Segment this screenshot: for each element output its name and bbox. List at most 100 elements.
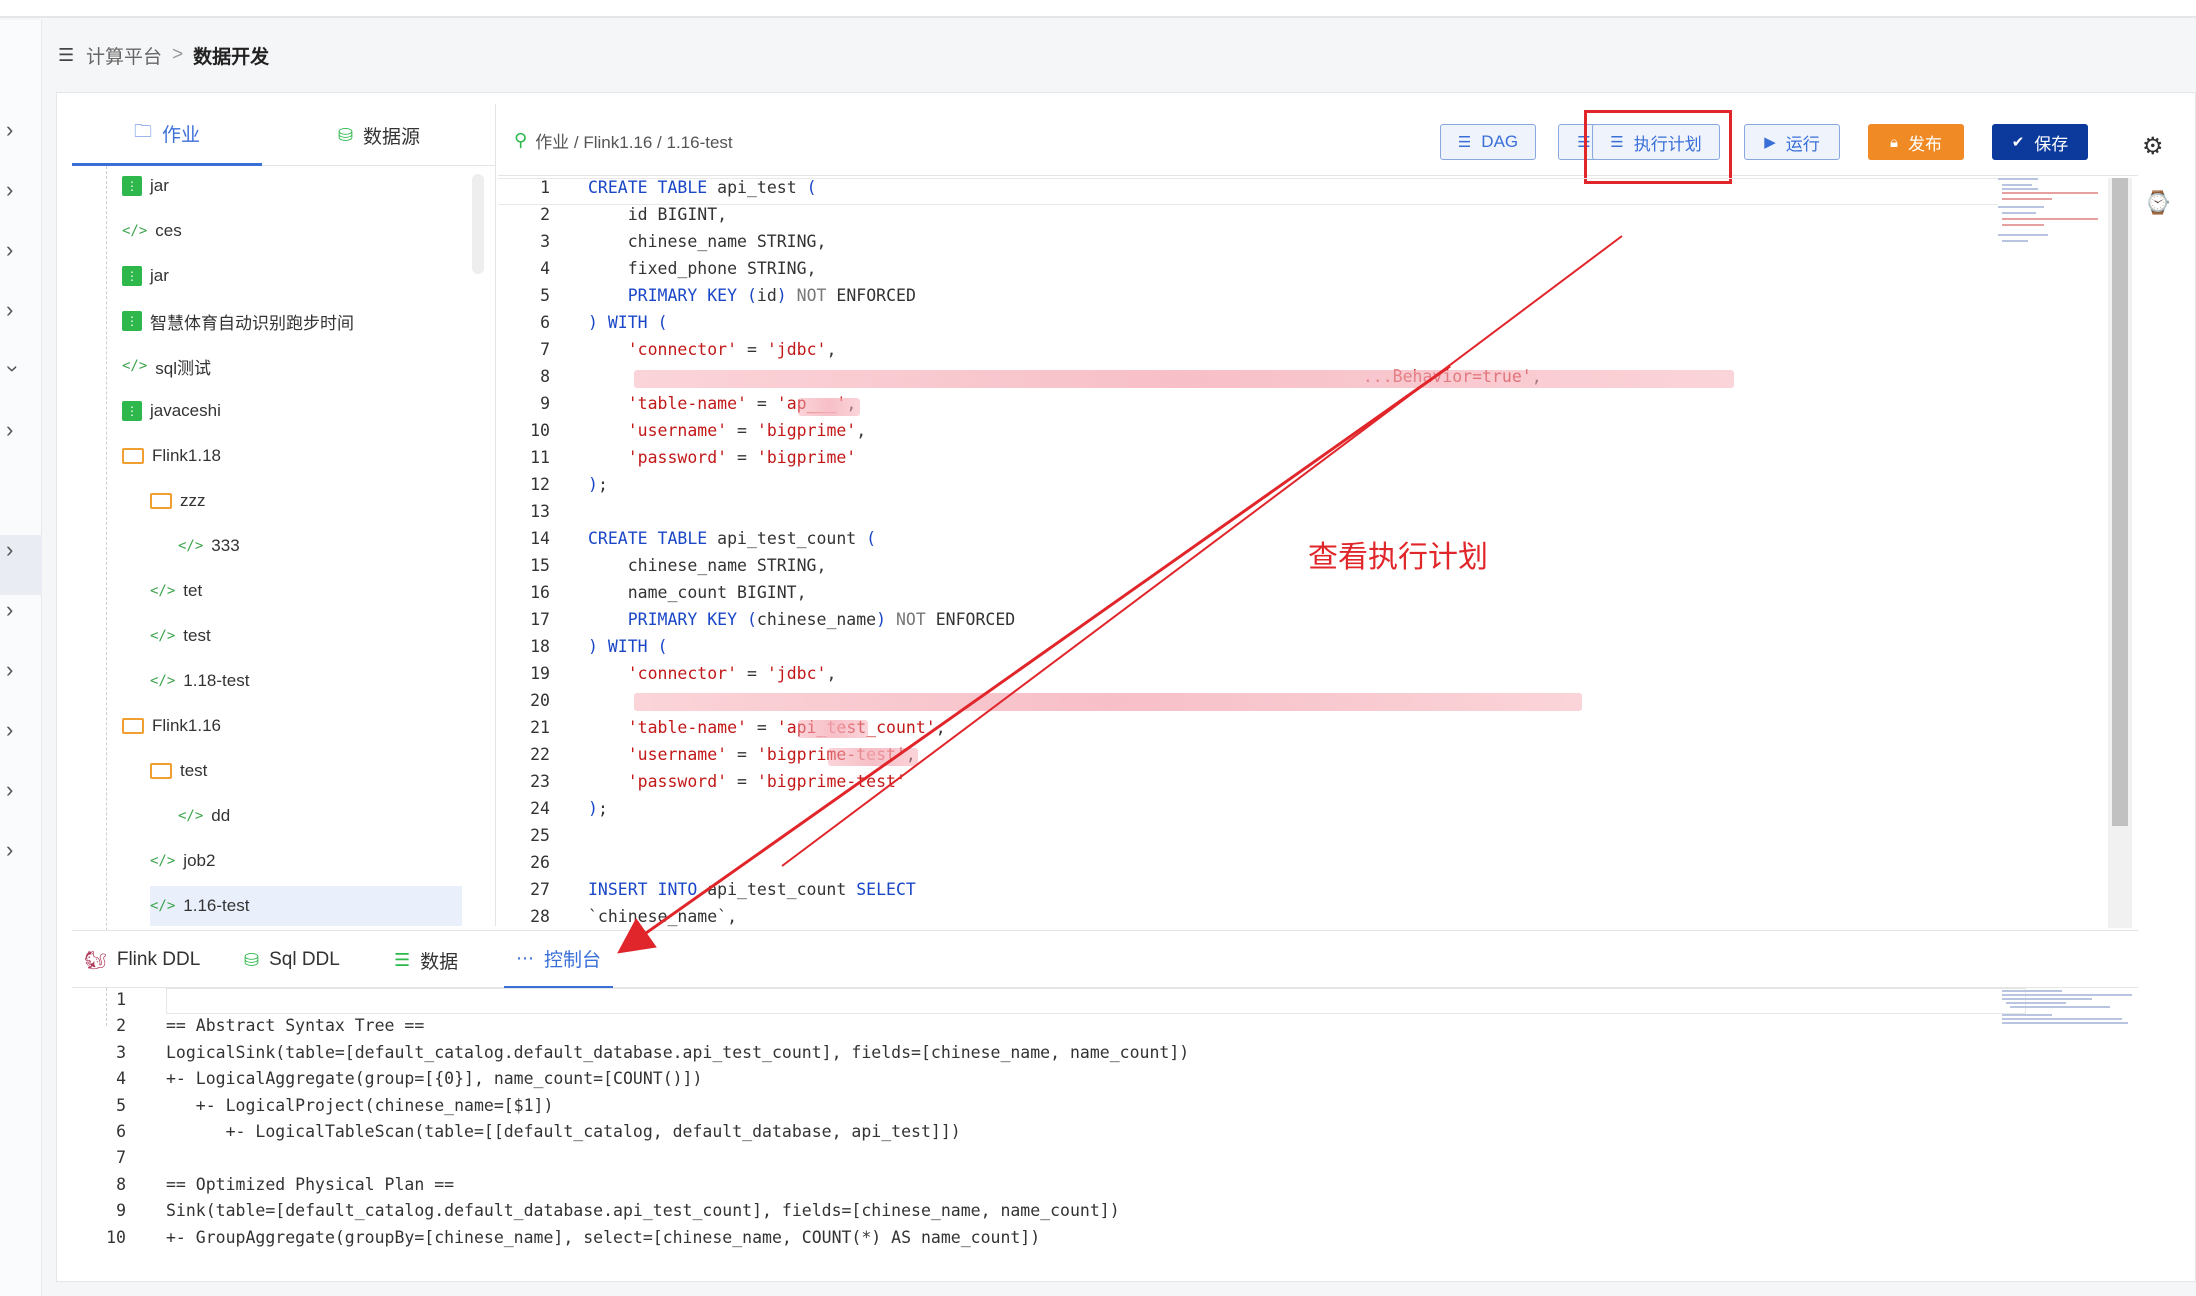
run-button[interactable]: ▶ 运行 xyxy=(1744,124,1840,160)
console-minimap[interactable] xyxy=(2002,988,2138,1038)
editor-minimap[interactable] xyxy=(1998,178,2098,248)
tree-item[interactable]: </> dd xyxy=(178,796,472,836)
top-bar xyxy=(0,0,2196,18)
redacted-region xyxy=(634,370,1734,388)
code-editor[interactable]: 28 `chinese_name`, 27 INSERT INTO api_test_… xyxy=(498,178,2110,928)
code-token: ) xyxy=(876,610,887,629)
code-token: 'table-name' xyxy=(627,394,747,413)
code-token: = xyxy=(727,421,757,440)
tree-item[interactable]: </> 1.18-test xyxy=(150,661,472,701)
tree-item[interactable]: Flink1.18 xyxy=(122,436,472,476)
tree-item[interactable]: </> tet xyxy=(150,571,472,611)
chevron-right-icon[interactable]: › xyxy=(6,179,20,201)
tree-item[interactable]: ⋮ 智慧体育自动识别跑步时间 xyxy=(122,301,472,341)
location-icon: ⚲ xyxy=(514,130,528,150)
tree-item-label: 1.16-test xyxy=(183,896,250,915)
tree-item-label: jar xyxy=(150,266,169,285)
dag-button[interactable]: ☰ DAG xyxy=(1440,124,1536,160)
list-icon: ☰ xyxy=(394,949,411,970)
tree-item-label: sql测试 xyxy=(155,358,212,378)
code-token: WITH xyxy=(607,637,648,656)
code-token: 'bigprime' xyxy=(756,448,857,467)
chevron-right-icon[interactable]: › xyxy=(6,599,20,621)
lock-icon: 🔒︎ xyxy=(1890,133,1898,151)
tab-console[interactable]: ⋯ 控制台 xyxy=(504,931,614,989)
tree-item[interactable]: </> 1.16-test xyxy=(150,886,462,926)
tree-item[interactable]: ⋮ jar xyxy=(122,256,472,296)
code-line: 9 'table-name' = 'ap___', xyxy=(498,394,2098,421)
menu-fold-icon[interactable]: ☰ xyxy=(58,45,76,66)
chevron-right-icon[interactable]: › xyxy=(6,119,20,141)
tab-data[interactable]: ☰ 数据 xyxy=(394,931,458,989)
chevron-right-icon[interactable]: › xyxy=(6,539,20,561)
tree-scrollbar[interactable] xyxy=(472,174,484,274)
code-token: ; xyxy=(597,799,608,818)
history-icon[interactable]: ⌚ xyxy=(2144,190,2171,216)
line-number: 9 xyxy=(540,394,550,413)
line-number: 5 xyxy=(540,286,550,305)
tree-item[interactable]: Flink1.16 xyxy=(122,706,472,746)
code-token: ( xyxy=(657,637,668,656)
breadcrumb-current: 数据开发 xyxy=(193,46,270,68)
chevron-right-icon[interactable]: › xyxy=(6,239,20,261)
jar-icon: ⋮ xyxy=(122,176,142,196)
chevron-right-icon[interactable]: › xyxy=(6,659,20,681)
tree-item-label: zzz xyxy=(180,491,206,510)
code-token: = xyxy=(727,745,757,764)
tab-jobs[interactable]: 🗀 作业 xyxy=(72,104,262,166)
chevron-right-icon[interactable]: › xyxy=(6,839,20,861)
line-number: 15 xyxy=(530,556,550,575)
tree-item[interactable]: </> 333 xyxy=(178,526,472,566)
jar-icon: ⋮ xyxy=(122,401,142,421)
tab-datasource[interactable]: ⛁ 数据源 xyxy=(262,104,496,166)
jar-icon: ⋮ xyxy=(122,266,142,286)
code-line: 11 'password' = 'bigprime' xyxy=(498,448,2098,475)
save-button[interactable]: ✔ 保存 xyxy=(1992,124,2088,160)
chevron-down-icon[interactable]: › xyxy=(1,365,26,379)
tree-item[interactable]: ⋮ javaceshi xyxy=(122,391,472,431)
code-line: 15 chinese_name STRING, xyxy=(498,556,2098,583)
tab-sql-ddl[interactable]: ⛁ Sql DDL xyxy=(244,931,340,989)
editor-scrollbar[interactable] xyxy=(2112,178,2128,826)
tab-flink-ddl[interactable]: 🐿︎ Flink DDL xyxy=(84,931,200,989)
code-token: api_test xyxy=(707,178,807,197)
tree-item[interactable]: test xyxy=(150,751,472,791)
code-line: 5 PRIMARY KEY (id) NOT ENFORCED xyxy=(498,286,2098,313)
code-text: chinese_name STRING, xyxy=(588,556,827,575)
code-text: CREATE TABLE api_test ( xyxy=(588,178,817,197)
tree-item[interactable]: ⋮ jar xyxy=(122,166,472,206)
code-text: ) WITH ( xyxy=(588,313,668,332)
chevron-right-icon[interactable]: › xyxy=(6,419,20,441)
tree-item[interactable]: </> job2 xyxy=(150,841,472,881)
chevron-right-icon[interactable]: › xyxy=(6,779,20,801)
line-number: 21 xyxy=(530,718,550,737)
chevron-right-icon[interactable]: › xyxy=(6,719,20,741)
chevron-right-icon[interactable]: › xyxy=(6,299,20,321)
tree-item[interactable]: </> test xyxy=(150,616,472,656)
code-text: 'password' = 'bigprime' xyxy=(588,448,857,467)
code-token: 'password' xyxy=(627,448,728,467)
tree-item[interactable]: </> sql测试 xyxy=(122,346,472,386)
line-number: 24 xyxy=(530,799,550,818)
tree-item[interactable]: zzz xyxy=(150,481,472,521)
gear-icon[interactable]: ⚙ xyxy=(2142,132,2164,161)
code-token: chinese_name STRING, xyxy=(588,232,827,251)
left-collapsed-nav: › › › › › › › › › › › › xyxy=(0,20,42,1296)
code-text: ); xyxy=(588,799,608,818)
code-token: chinese_name STRING, xyxy=(588,556,827,575)
highlight-box xyxy=(1584,110,1732,184)
line-number: 10 xyxy=(106,1227,126,1247)
breadcrumb-parent[interactable]: 计算平台 xyxy=(86,42,162,69)
code-token: name_count BIGINT, xyxy=(588,583,807,602)
console-output[interactable]: 1 2 == Abstract Syntax Tree == 3 LogicalSink… xyxy=(72,988,2138,1250)
tab-jobs-label: 作业 xyxy=(161,125,200,146)
console-text: == Abstract Syntax Tree == xyxy=(166,1016,425,1036)
code-token: ( xyxy=(746,610,757,629)
publish-button[interactable]: 🔒︎ 发布 xyxy=(1868,124,1964,160)
tree-item[interactable]: </> ces xyxy=(122,211,472,251)
